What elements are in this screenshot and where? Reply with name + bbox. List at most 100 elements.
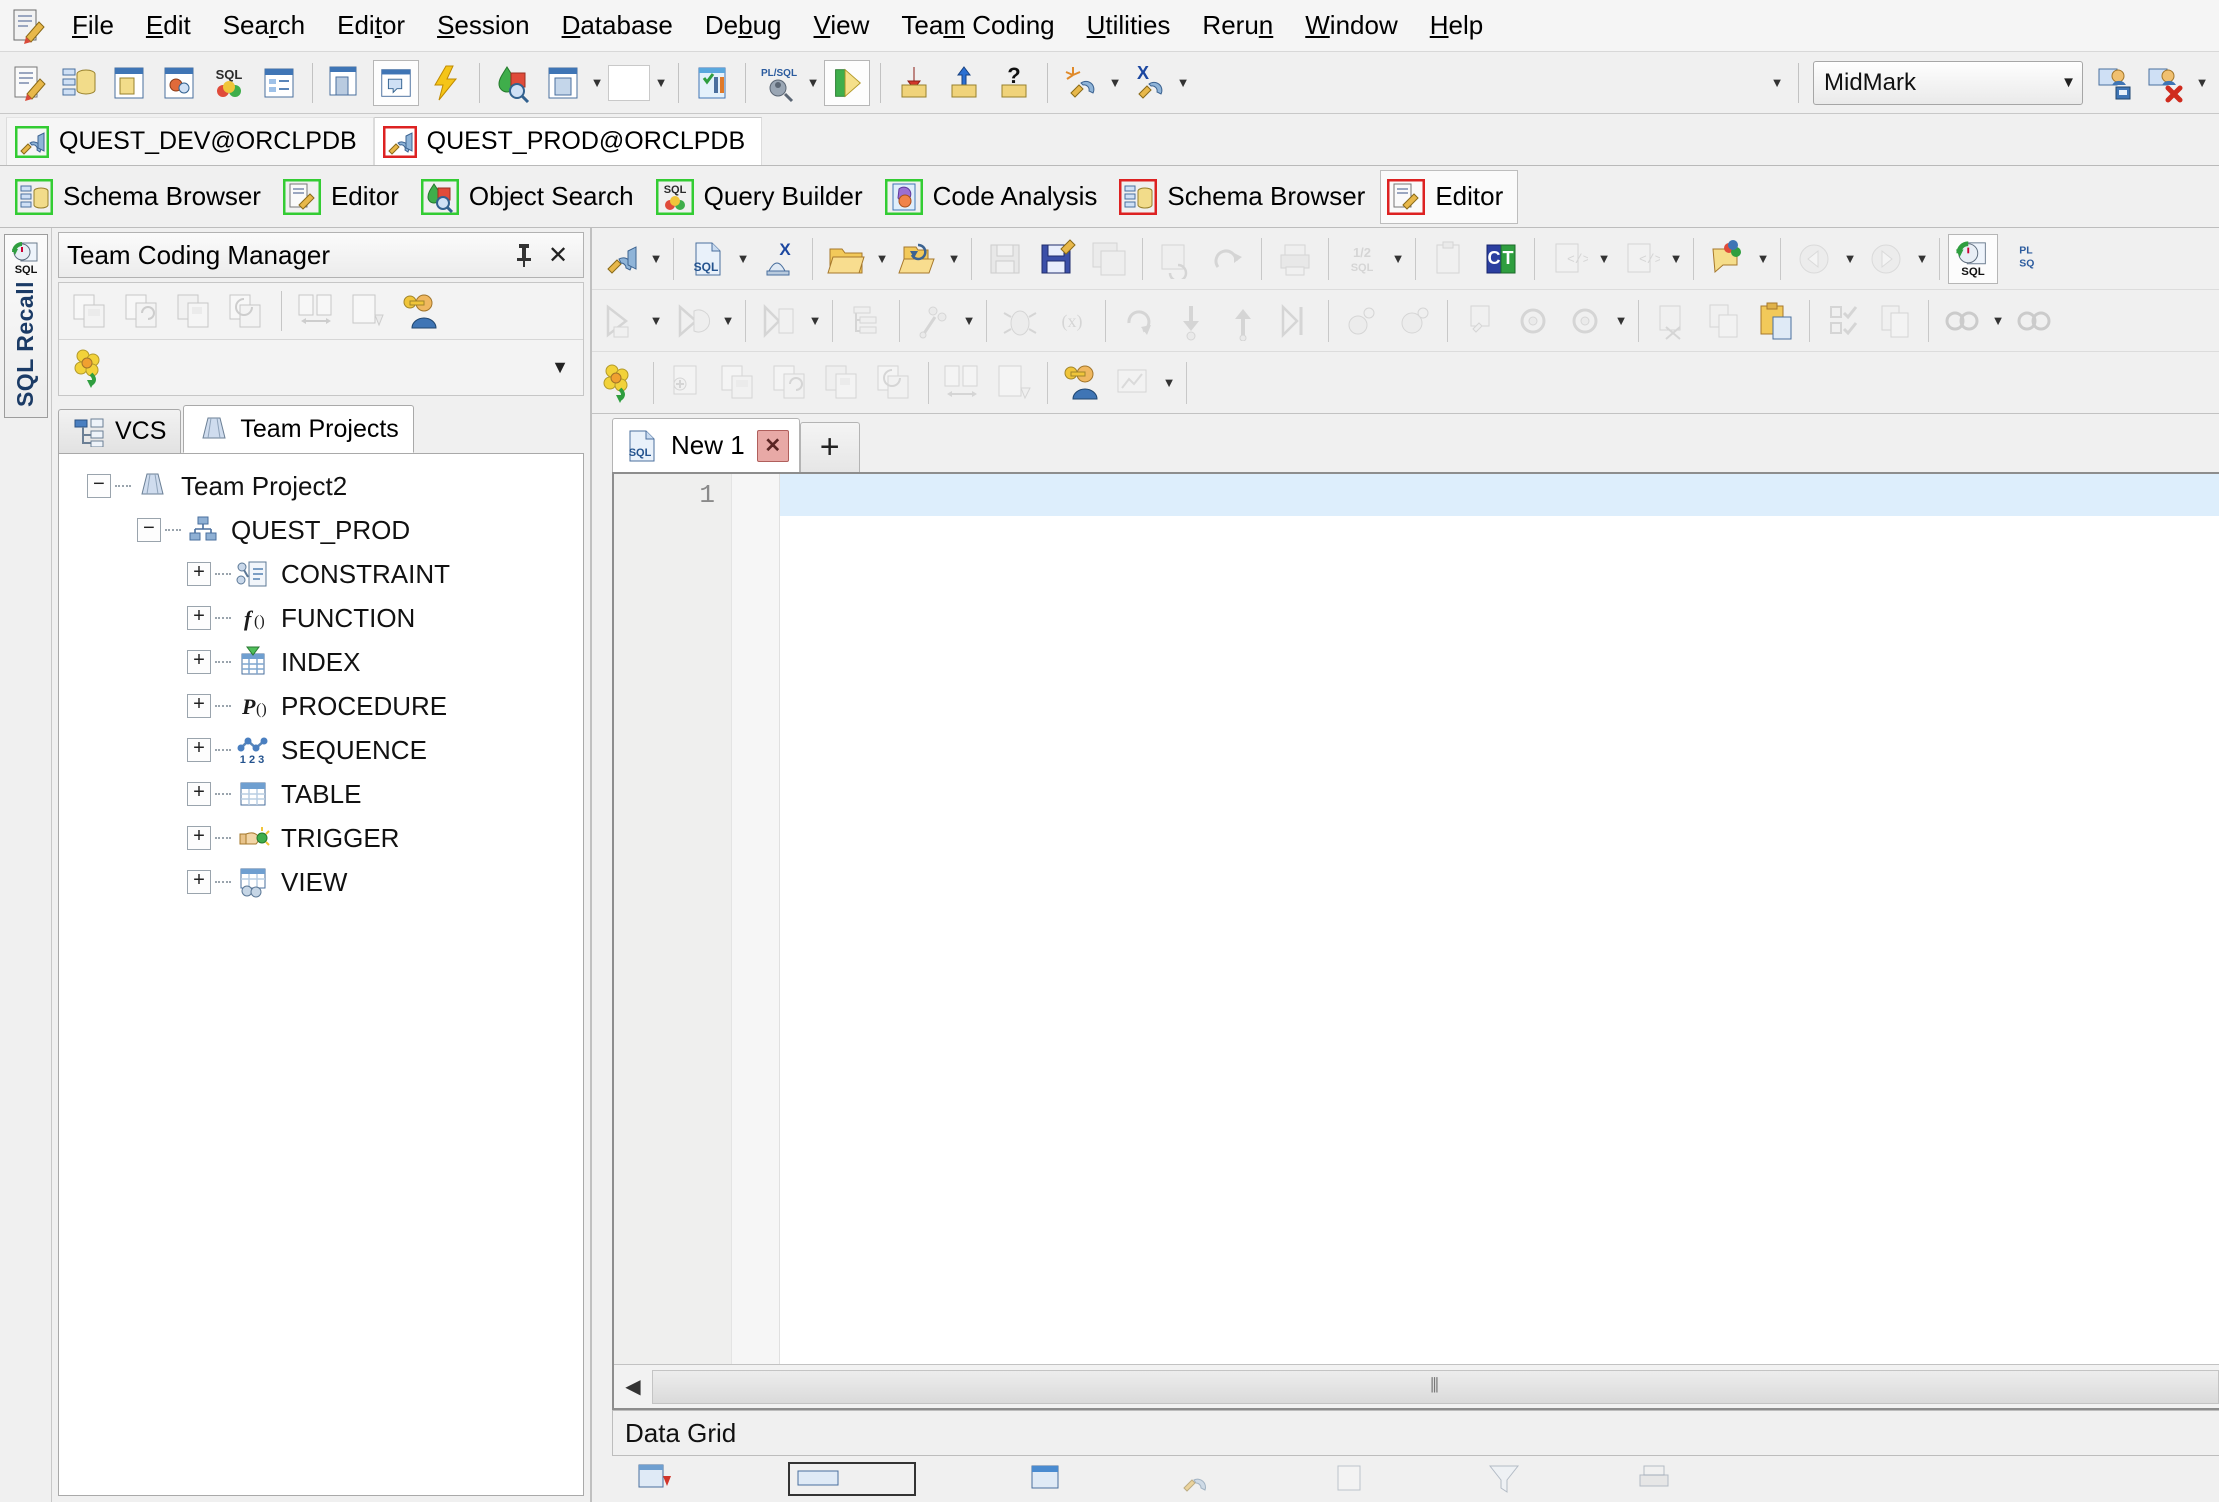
insert-snippet-dropdown[interactable] (1594, 234, 1614, 284)
find-next-icon[interactable] (2009, 296, 2059, 346)
module-button-query-builder[interactable]: SQL Query Builder (649, 170, 878, 224)
open-folder-icon[interactable] (821, 234, 871, 284)
save-all-icon[interactable] (1084, 234, 1134, 284)
new-window-icon[interactable] (106, 60, 152, 106)
duplicate-icon[interactable] (1870, 296, 1920, 346)
compare-window-icon[interactable] (540, 60, 586, 106)
open-recent-icon[interactable] (893, 234, 943, 284)
tree-node-trigger[interactable]: + TRIGGER (59, 816, 583, 860)
expander-icon[interactable]: + (187, 782, 211, 806)
query-builder-sql-icon[interactable]: SQL (206, 60, 252, 106)
tree-node-team-project2[interactable]: − Team Project2 (59, 464, 583, 508)
execute-statement-dropdown[interactable] (646, 296, 666, 346)
sql-window-icon[interactable] (373, 59, 419, 106)
execute-statement-icon[interactable] (595, 296, 645, 346)
menu-item-file[interactable]: File (56, 6, 130, 45)
add-editor-tab-button[interactable]: + (799, 422, 860, 472)
clipboard-icon[interactable] (1424, 234, 1474, 284)
auto-trace-icon[interactable] (908, 296, 958, 346)
grid-refresh-icon[interactable] (1332, 1462, 1374, 1496)
connection-dropdown[interactable] (646, 234, 666, 284)
set-parameters-icon[interactable] (1337, 296, 1387, 346)
scroll-left-arrow-icon[interactable]: ◀ (614, 1366, 652, 1408)
sync-icon[interactable] (1203, 234, 1253, 284)
menu-item-utilities[interactable]: Utilities (1071, 6, 1187, 45)
blank-white-button[interactable] (608, 64, 650, 101)
menu-item-window[interactable]: Window (1289, 6, 1413, 45)
navigate-forward-icon[interactable] (1861, 234, 1911, 284)
expander-icon[interactable]: + (187, 826, 211, 850)
undo-check-out-icon[interactable] (870, 358, 920, 408)
expander-icon[interactable]: − (87, 474, 111, 498)
schema-browser-icon[interactable] (56, 60, 102, 106)
bookmark-icon[interactable] (1702, 234, 1752, 284)
trace-into-icon[interactable] (1270, 296, 1320, 346)
open-recent-dropdown[interactable] (944, 234, 964, 284)
explain-plan-icon[interactable] (841, 296, 891, 346)
grid-view-selector[interactable] (788, 1462, 918, 1496)
editor-tab-new-1[interactable]: SQL New 1 ✕ (612, 418, 800, 472)
check-out-object-icon[interactable] (714, 358, 764, 408)
object-search-window-icon[interactable] (156, 60, 202, 106)
tree-node-function[interactable]: + f () FUNCTION (59, 596, 583, 640)
module-button-schema-browser-prod[interactable]: Schema Browser (1112, 170, 1380, 224)
module-button-editor-prod[interactable]: Editor (1380, 169, 1519, 224)
refresh-flower-icon[interactable] (595, 358, 645, 408)
menu-item-editor[interactable]: Editor (321, 6, 421, 45)
new-connection-icon[interactable] (1058, 60, 1104, 106)
session-browser-icon[interactable] (323, 60, 369, 106)
run-script-icon[interactable] (824, 59, 870, 106)
new-connection-dropdown[interactable] (1106, 60, 1124, 106)
team-coding-admin-icon[interactable] (394, 287, 446, 335)
plsql-debugger-dropdown[interactable] (804, 60, 822, 106)
module-button-schema-browser-dev[interactable]: Schema Browser (8, 170, 276, 224)
execute-as-script-icon[interactable] (667, 296, 717, 346)
bookmark-dropdown[interactable] (1753, 234, 1773, 284)
tree-node-view[interactable]: + VIEW (59, 860, 583, 904)
grid-print-icon[interactable] (1636, 1462, 1678, 1496)
check-out-object-icon[interactable] (65, 287, 117, 335)
navigate-forward-dropdown[interactable] (1912, 234, 1932, 284)
import-data-icon[interactable] (891, 60, 937, 106)
compile-all-icon[interactable] (1560, 296, 1610, 346)
tree-node-index[interactable]: + INDEX (59, 640, 583, 684)
object-search-icon[interactable] (490, 60, 536, 106)
grid-export-icon[interactable] (636, 1462, 678, 1496)
tree-node-procedure[interactable]: + P () PROCEDURE (59, 684, 583, 728)
module-button-editor-dev[interactable]: Editor (276, 170, 414, 224)
disconnect-dropdown[interactable] (1174, 60, 1192, 106)
tree-node-quest-prod[interactable]: − QUEST_PROD (59, 508, 583, 552)
team-projects-tree[interactable]: − Team Project2 − QUEST_PROD + CONSTRAIN… (58, 454, 584, 1496)
add-object-icon[interactable] (662, 358, 712, 408)
expander-icon[interactable]: + (187, 870, 211, 894)
expander-icon[interactable]: + (187, 694, 211, 718)
team-coding-overflow[interactable] (1159, 358, 1179, 408)
module-button-object-search[interactable]: Object Search (414, 170, 649, 224)
menu-item-database[interactable]: Database (546, 6, 689, 45)
print-icon[interactable] (1270, 234, 1320, 284)
plsql-debugger-icon[interactable]: PL/SQL (756, 60, 802, 106)
close-icon[interactable]: ✕ (756, 429, 789, 462)
save-to-vcs-icon[interactable] (169, 287, 221, 335)
compile-dependencies-icon[interactable] (1508, 296, 1558, 346)
scroll-track[interactable]: ⦀ (652, 1369, 2219, 1404)
expander-icon[interactable]: + (187, 606, 211, 630)
expander-icon[interactable]: + (187, 738, 211, 762)
menu-item-session[interactable]: Session (421, 6, 546, 45)
connection-tab-quest-dev[interactable]: QUEST_DEV@ORCLPDB (6, 117, 374, 165)
step-over-icon[interactable] (1218, 296, 1268, 346)
tree-node-constraint[interactable]: + CONSTRAINT (59, 552, 583, 596)
expander-icon[interactable]: − (137, 518, 161, 542)
team-coding-admin-icon[interactable] (1056, 358, 1106, 408)
save-icon[interactable] (980, 234, 1030, 284)
navigate-back-icon[interactable] (1789, 234, 1839, 284)
format-sql-icon[interactable]: 1/2 SQL (1337, 234, 1387, 284)
close-sql-icon[interactable]: X (754, 234, 804, 284)
editor-horizontal-scrollbar[interactable]: ◀ ⦀ (614, 1364, 2219, 1408)
check-syntax-icon[interactable] (1818, 296, 1868, 346)
snippet-options-dropdown[interactable] (1666, 234, 1686, 284)
sql-optimizer-icon[interactable] (689, 60, 735, 106)
execute-to-file-dropdown[interactable] (805, 296, 825, 346)
open-folder-dropdown[interactable] (872, 234, 892, 284)
check-in-object-icon[interactable] (117, 287, 169, 335)
